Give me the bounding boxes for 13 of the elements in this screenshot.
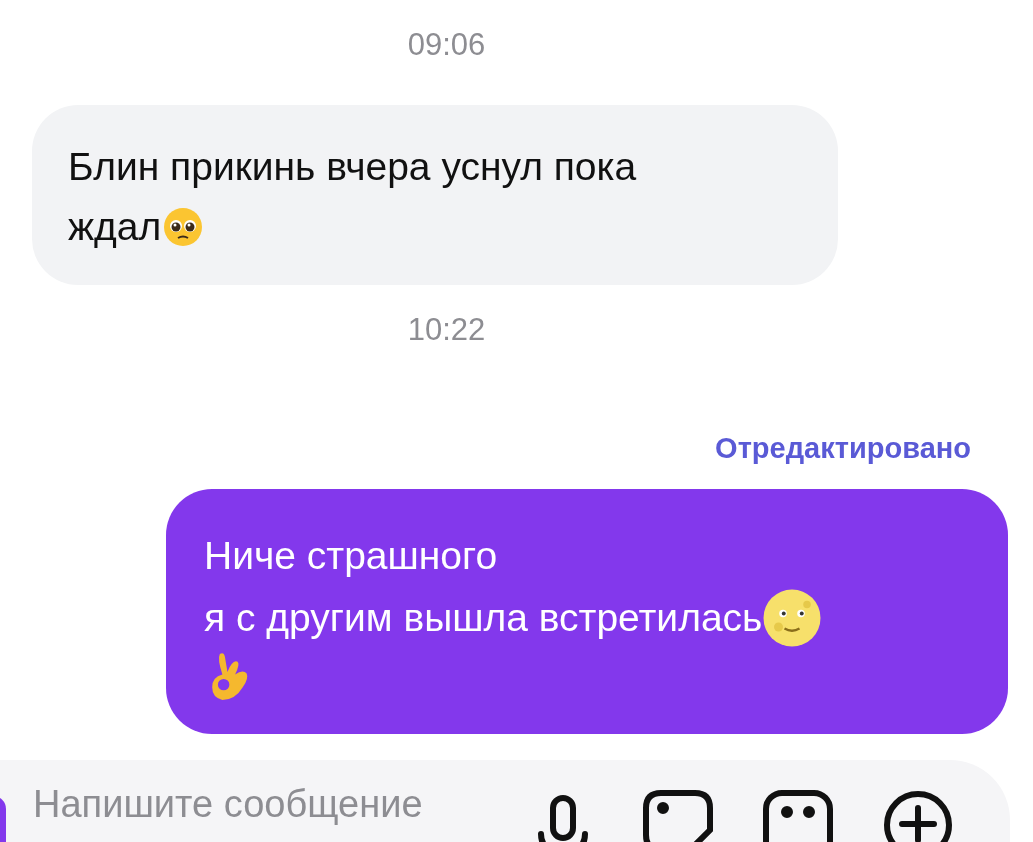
message-time: 10:22: [407, 310, 486, 349]
message-text: ждал: [68, 203, 162, 250]
add-icon[interactable]: [883, 789, 953, 842]
smile-icon[interactable]: [763, 789, 833, 842]
message-composer[interactable]: Напишите сообщение: [0, 759, 1010, 842]
sticker-icon[interactable]: [643, 789, 713, 842]
message-text: Блин прикинь вчера уснул пока: [68, 143, 637, 190]
message-text: я с другим вышла встретилась: [204, 594, 763, 641]
message-text: Ниче страшного: [204, 532, 498, 579]
moon-face-icon: [762, 587, 823, 648]
message-time: 09:06: [407, 26, 486, 64]
pleading-face-icon: [163, 206, 204, 247]
edited-label: Отредактировано: [715, 431, 971, 466]
